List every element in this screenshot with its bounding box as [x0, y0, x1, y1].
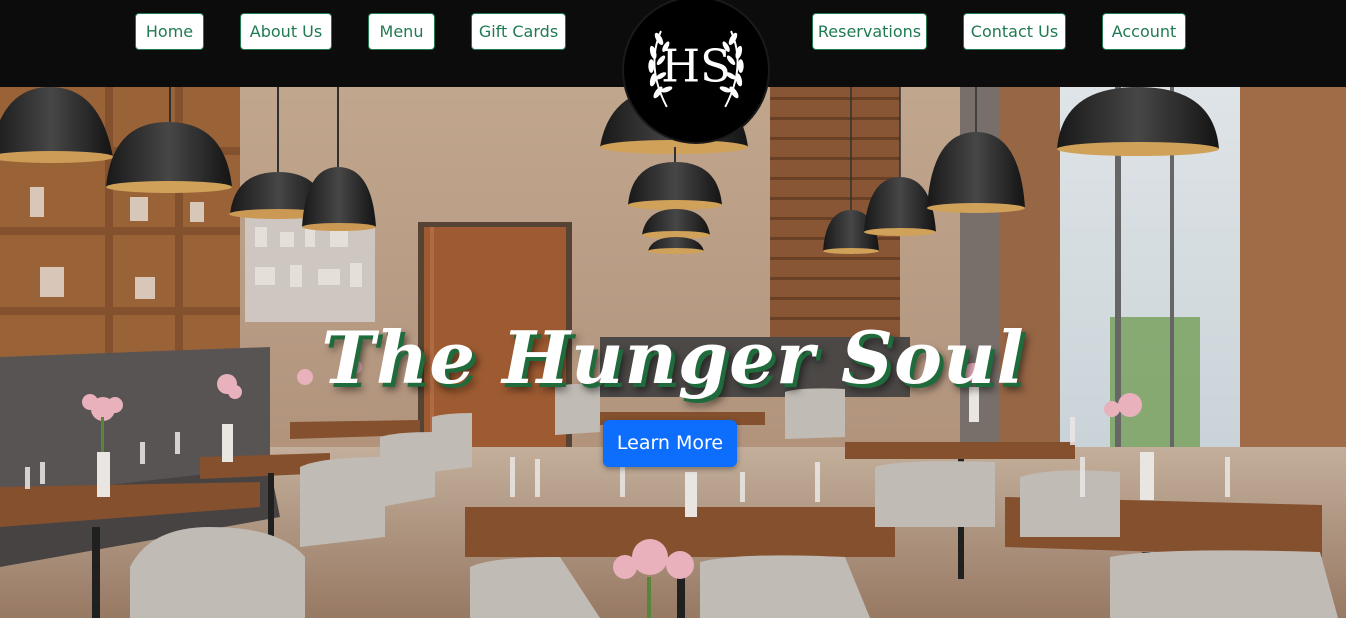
nav-gift-cards-button[interactable]: Gift Cards — [471, 13, 566, 50]
nav-contact-us-button[interactable]: Contact Us — [963, 13, 1066, 50]
laurel-monogram-icon: HS — [648, 30, 744, 108]
nav-about-us-button[interactable]: About Us — [240, 13, 332, 50]
nav-menu-button[interactable]: Menu — [368, 13, 435, 50]
nav-reservations-button[interactable]: Reservations — [812, 13, 927, 50]
brand-logo[interactable]: HS — [622, 0, 770, 144]
logo-monogram: HS — [661, 40, 731, 93]
hero-title: The Hunger Soul — [321, 315, 1025, 400]
nav-home-button[interactable]: Home — [135, 13, 204, 50]
learn-more-button[interactable]: Learn More — [603, 420, 737, 467]
hero-section: The Hunger Soul Learn More — [0, 87, 1346, 618]
nav-account-button[interactable]: Account — [1102, 13, 1186, 50]
